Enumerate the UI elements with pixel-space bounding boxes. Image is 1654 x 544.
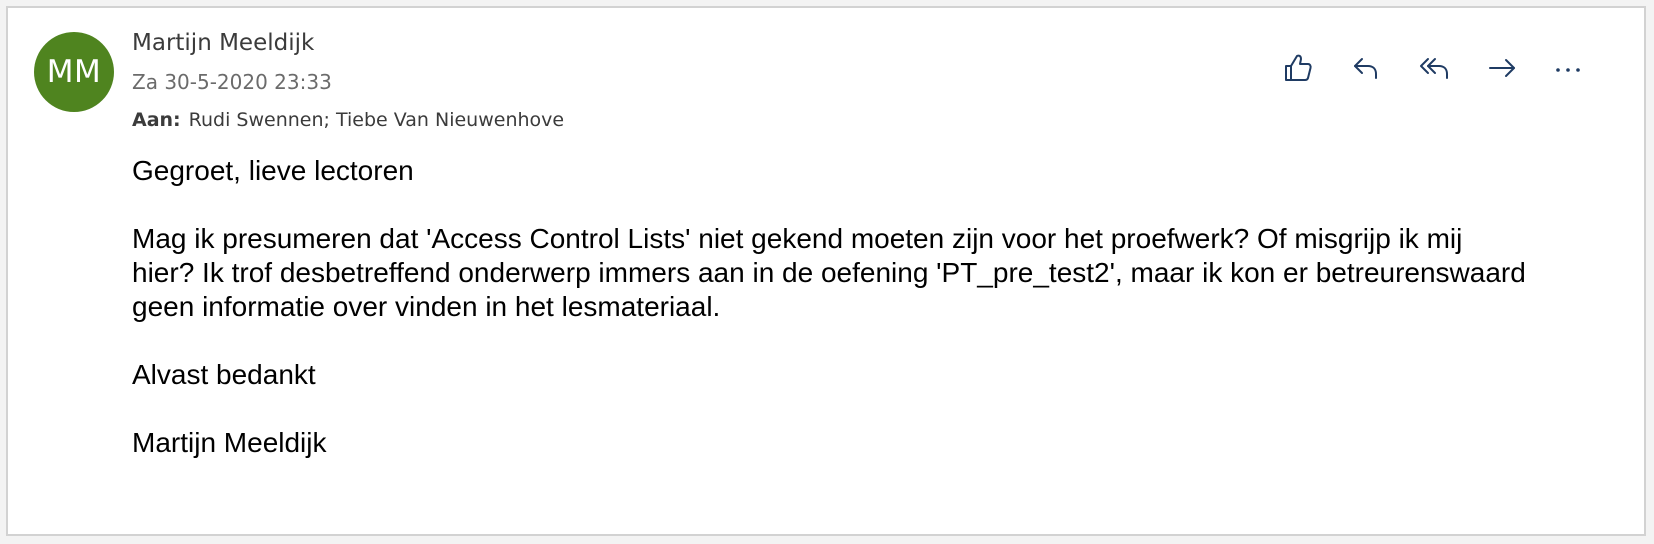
recipients-row: Aan: Rudi Swennen; Tiebe Van Nieuwenhove <box>132 109 564 131</box>
message-body: Gegroet, lieve lectoren Mag ik presumere… <box>132 154 1532 494</box>
forward-icon <box>1489 59 1515 77</box>
reply-button[interactable] <box>1346 48 1386 88</box>
email-message-card: MM Martijn Meeldijk Za 30-5-2020 23:33 A… <box>6 6 1646 536</box>
body-paragraph: Mag ik presumeren dat 'Access Control Li… <box>132 223 1526 322</box>
recipients-list[interactable]: Rudi Swennen; Tiebe Van Nieuwenhove <box>189 109 564 131</box>
body-closing: Alvast bedankt <box>132 359 316 390</box>
avatar[interactable]: MM <box>34 32 114 112</box>
reply-icon <box>1354 58 1377 79</box>
sender-name[interactable]: Martijn Meeldijk <box>132 30 314 56</box>
like-button[interactable] <box>1278 48 1318 88</box>
forward-button[interactable] <box>1482 48 1522 88</box>
sent-date: Za 30-5-2020 23:33 <box>132 70 332 94</box>
reply-all-button[interactable] <box>1415 48 1455 88</box>
body-greeting: Gegroet, lieve lectoren <box>132 155 414 186</box>
more-actions-button[interactable] <box>1548 48 1588 88</box>
recipients-label: Aan: <box>132 109 181 131</box>
message-actions-toolbar <box>1278 48 1634 88</box>
reply-all-icon <box>1420 58 1448 79</box>
more-icon <box>1556 68 1580 72</box>
thumbs-up-icon <box>1285 54 1312 81</box>
avatar-initials: MM <box>46 54 102 90</box>
body-signature: Martijn Meeldijk <box>132 427 327 458</box>
